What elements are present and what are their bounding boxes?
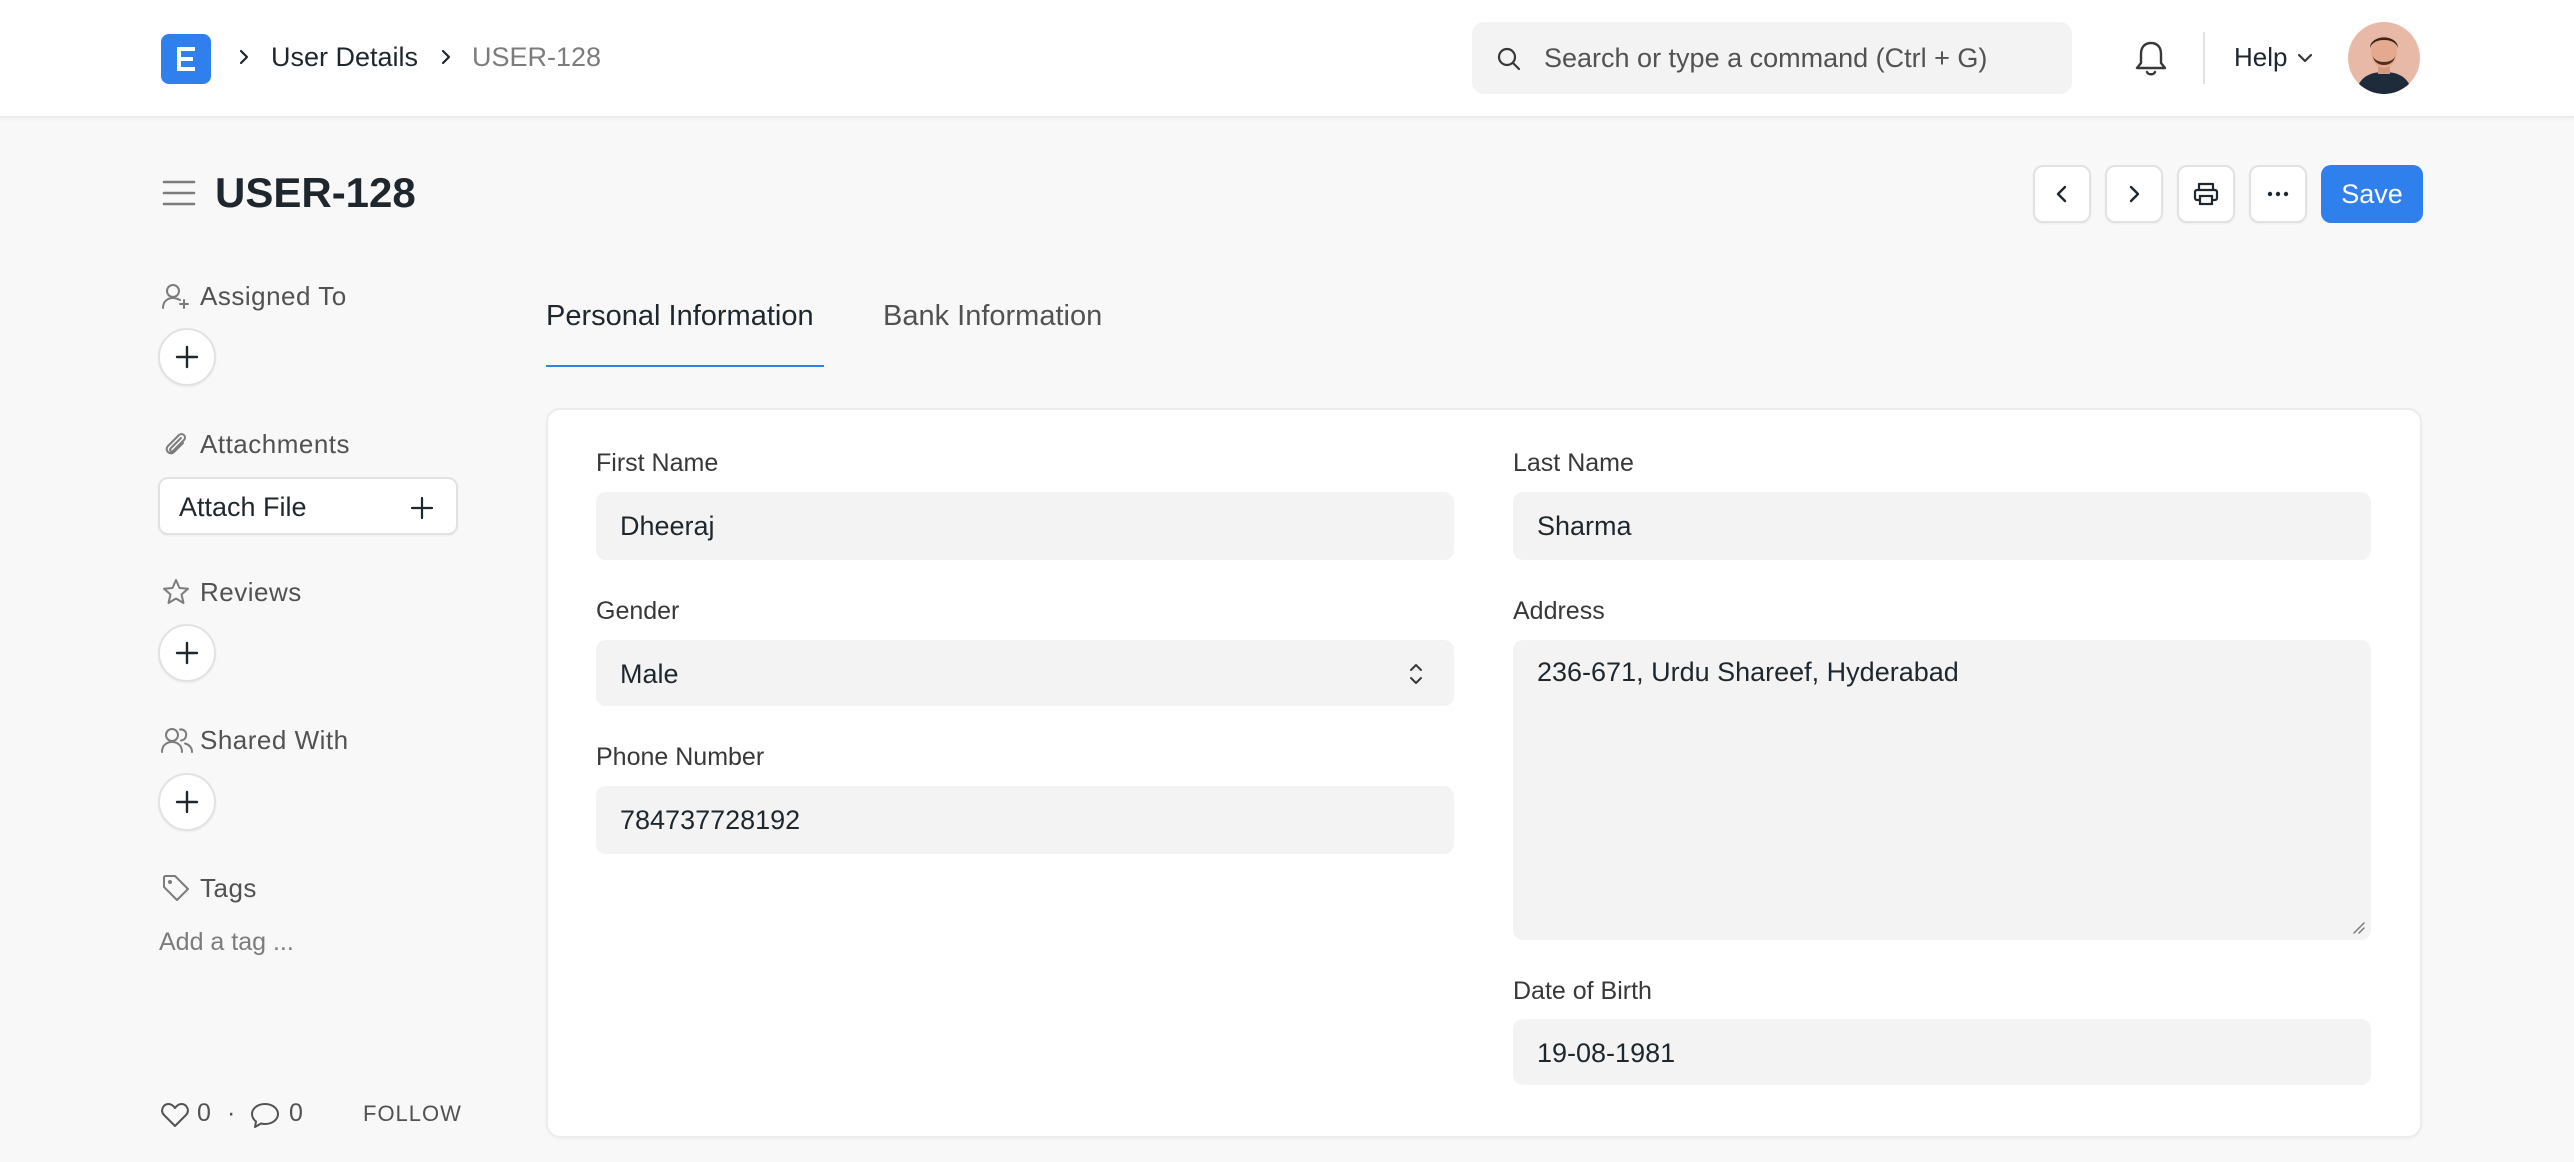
- user-avatar[interactable]: [2348, 22, 2420, 94]
- date-of-birth-value: 19-08-1981: [1537, 1038, 1676, 1068]
- assigned-to-label: Assigned To: [200, 281, 347, 311]
- previous-record-button[interactable]: [2033, 165, 2091, 223]
- attach-file-button[interactable]: Attach File: [158, 477, 458, 535]
- gender-select[interactable]: Male: [596, 640, 1454, 706]
- search-input[interactable]: Search or type a command (Ctrl + G): [1472, 22, 2072, 94]
- footer-separator: ·: [227, 1099, 236, 1127]
- chevron-left-icon: [2056, 185, 2067, 203]
- breadcrumb-current[interactable]: USER-128: [472, 39, 601, 75]
- help-dropdown[interactable]: Help: [2234, 39, 2287, 75]
- phone-number-field[interactable]: 784737728192: [596, 786, 1454, 854]
- sidebar-toggle-icon[interactable]: [162, 178, 196, 208]
- attachments-label: Attachments: [200, 429, 351, 459]
- plus-icon: [175, 790, 199, 814]
- chevron-down-icon[interactable]: [2294, 48, 2316, 68]
- more-horizontal-icon: [2267, 191, 2289, 197]
- address-value: 236-671, Urdu Shareef, Hyderabad: [1537, 657, 1959, 687]
- phone-number-label: Phone Number: [596, 743, 765, 771]
- last-name-label: Last Name: [1513, 449, 1634, 477]
- chevron-right-icon: [441, 49, 451, 65]
- like-count: 0: [197, 1099, 211, 1127]
- date-of-birth-label: Date of Birth: [1513, 977, 1652, 1005]
- reviews-label: Reviews: [200, 577, 302, 607]
- search-placeholder: Search or type a command (Ctrl + G): [1544, 43, 1988, 73]
- select-arrows-icon: [1410, 664, 1422, 684]
- tags-label: Tags: [200, 873, 257, 903]
- shared-users-icon: [161, 728, 193, 753]
- last-name-value: Sharma: [1537, 511, 1632, 541]
- first-name-field[interactable]: Dheeraj: [596, 492, 1454, 560]
- tab-personal-information[interactable]: Personal Information: [546, 297, 814, 335]
- date-of-birth-field[interactable]: 19-08-1981: [1513, 1019, 2371, 1085]
- star-icon: [163, 579, 189, 604]
- print-button[interactable]: [2177, 165, 2235, 223]
- heart-icon[interactable]: [160, 1101, 190, 1129]
- first-name-label: First Name: [596, 449, 719, 477]
- next-record-button[interactable]: [2105, 165, 2163, 223]
- breadcrumb-user-details[interactable]: User Details: [271, 39, 418, 75]
- search-icon: [1497, 47, 1521, 71]
- page-title: USER-128: [215, 169, 416, 216]
- chevron-right-icon: [239, 49, 249, 65]
- comment-count: 0: [289, 1099, 303, 1127]
- notification-bell-icon[interactable]: [2132, 38, 2170, 78]
- follow-button[interactable]: FOLLOW: [363, 1099, 462, 1129]
- gender-value: Male: [620, 659, 679, 689]
- save-button[interactable]: Save: [2321, 165, 2423, 223]
- navbar-divider: [2203, 32, 2205, 84]
- plus-icon: [175, 641, 199, 665]
- address-textarea[interactable]: 236-671, Urdu Shareef, Hyderabad: [1513, 640, 2371, 940]
- paperclip-icon: [165, 433, 187, 455]
- tab-bank-information[interactable]: Bank Information: [883, 297, 1102, 335]
- active-tab-indicator: [546, 365, 824, 367]
- plus-icon: [410, 496, 434, 520]
- chevron-right-icon: [2129, 185, 2140, 203]
- printer-icon: [2193, 182, 2219, 206]
- attach-file-label: Attach File: [179, 492, 307, 522]
- navbar: User Details USER-128 Search or type a c…: [0, 0, 2574, 118]
- plus-icon: [175, 345, 199, 369]
- add-review-button[interactable]: [158, 624, 216, 682]
- avatar-image: [2348, 22, 2420, 94]
- first-name-value: Dheeraj: [620, 511, 715, 541]
- phone-number-value: 784737728192: [620, 805, 801, 835]
- more-actions-button[interactable]: [2249, 165, 2307, 223]
- resize-grip-icon[interactable]: [2351, 920, 2365, 934]
- tag-icon: [163, 875, 189, 901]
- gender-label: Gender: [596, 597, 680, 625]
- shared-with-label: Shared With: [200, 725, 349, 755]
- last-name-field[interactable]: Sharma: [1513, 492, 2371, 560]
- app-logo[interactable]: [161, 34, 211, 84]
- logo-letter-e-icon: [177, 47, 195, 71]
- address-label: Address: [1513, 597, 1605, 625]
- add-share-button[interactable]: [158, 773, 216, 831]
- comment-icon[interactable]: [250, 1101, 280, 1129]
- add-tag-input[interactable]: Add a tag ...: [159, 925, 294, 959]
- add-assignee-button[interactable]: [158, 328, 216, 386]
- assign-user-icon: [162, 284, 189, 309]
